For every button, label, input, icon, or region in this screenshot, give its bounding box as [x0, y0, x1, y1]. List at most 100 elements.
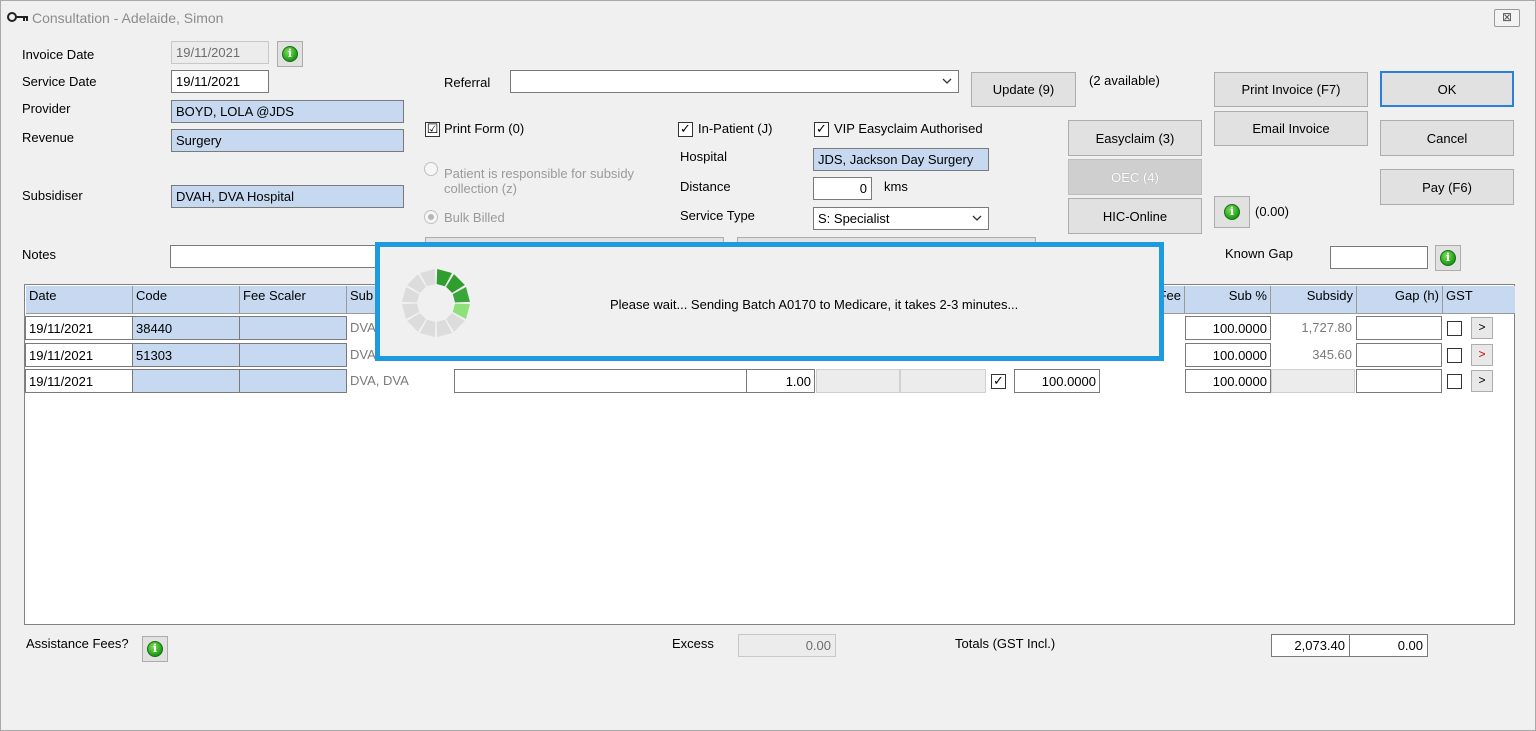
patient-responsible-label-line2: collection (z) — [444, 181, 517, 196]
row1-date[interactable]: 19/11/2021 — [25, 316, 133, 340]
service-type-label: Service Type — [680, 208, 755, 223]
notes-field[interactable] — [170, 245, 380, 268]
known-gap-info-button[interactable]: i — [1435, 245, 1461, 271]
pay-button[interactable]: Pay (F6) — [1380, 169, 1514, 205]
bulk-billed-label: Bulk Billed — [444, 210, 505, 225]
invoice-date-field: 19/11/2021 — [171, 41, 269, 64]
assistance-fees-info-button[interactable]: i — [142, 636, 168, 662]
revenue-field[interactable]: Surgery — [171, 129, 404, 152]
provider-field[interactable]: BOYD, LOLA @JDS — [171, 100, 404, 123]
in-patient-label: In-Patient (J) — [698, 121, 773, 136]
service-date-label: Service Date — [22, 74, 97, 89]
col-header-gap[interactable]: Gap (h) — [1357, 286, 1443, 314]
vip-easyclaim-checkbox[interactable]: ✓ — [814, 122, 829, 137]
excess-field: 0.00 — [738, 634, 836, 657]
update-button[interactable]: Update (9) — [971, 72, 1076, 107]
oec-button[interactable]: OEC (4) — [1068, 159, 1202, 195]
row2-gst-checkbox[interactable] — [1447, 348, 1462, 363]
patient-responsible-label: Patient is responsible for subsidy — [444, 166, 635, 181]
col-header-gst[interactable]: GST — [1443, 286, 1515, 314]
service-type-dropdown[interactable]: S: Specialist — [813, 207, 989, 230]
distance-field[interactable]: 0 — [813, 177, 872, 200]
ok-button[interactable]: OK — [1380, 71, 1514, 107]
subsidiser-label: Subsidiser — [22, 188, 83, 203]
row2-date[interactable]: 19/11/2021 — [25, 343, 133, 367]
print-form-checkbox[interactable]: ☑ — [425, 122, 440, 137]
row3-gst-checkbox[interactable] — [1447, 374, 1462, 389]
referral-label: Referral — [444, 75, 491, 90]
row2-code[interactable]: 51303 — [132, 343, 240, 367]
consultation-window: Consultation - Adelaide, Simon ⊠ Invoice… — [0, 0, 1536, 731]
row2-fee-scaler[interactable] — [239, 343, 347, 367]
hospital-field[interactable]: JDS, Jackson Day Surgery — [813, 148, 989, 171]
col-header-subsidy[interactable]: Subsidy — [1271, 286, 1357, 314]
col-header-code[interactable]: Code — [133, 286, 240, 314]
row3-fee — [816, 369, 900, 393]
info-icon: i — [1224, 204, 1240, 220]
col-header-date[interactable]: Date — [26, 286, 133, 314]
email-invoice-button[interactable]: Email Invoice — [1214, 111, 1368, 146]
subsidiser-field[interactable]: DVAH, DVA Hospital — [171, 185, 404, 208]
bulk-billed-radio[interactable] — [424, 210, 438, 224]
title-bar: Consultation - Adelaide, Simon ⊠ — [1, 1, 1535, 35]
row1-fee-scaler[interactable] — [239, 316, 347, 340]
row3-qty[interactable]: 1.00 — [746, 369, 815, 393]
row2-arrow-button[interactable]: > — [1471, 344, 1493, 366]
info-icon: i — [1440, 250, 1456, 266]
row1-gap[interactable] — [1356, 316, 1442, 340]
col-header-sub-pct[interactable]: Sub % — [1185, 286, 1271, 314]
service-type-value: S: Specialist — [818, 211, 890, 226]
col-header-fee-scaler[interactable]: Fee Scaler — [240, 286, 347, 314]
hospital-label: Hospital — [680, 149, 727, 164]
print-form-label: Print Form (0) — [444, 121, 525, 136]
row3-checkbox[interactable]: ✓ — [991, 374, 1006, 389]
loading-spinner-icon — [402, 269, 470, 337]
row3-date[interactable]: 19/11/2021 — [25, 369, 133, 393]
service-date-field[interactable]: 19/11/2021 — [171, 70, 269, 93]
vip-easyclaim-label: VIP Easyclaim Authorised — [834, 121, 983, 136]
row3-arrow-button[interactable]: > — [1471, 370, 1493, 392]
known-gap-field[interactable] — [1330, 246, 1428, 269]
notes-label: Notes — [22, 247, 56, 262]
row1-sub-pct[interactable]: 100.0000 — [1185, 316, 1271, 340]
row1-gst-checkbox[interactable] — [1447, 321, 1462, 336]
provider-label: Provider — [22, 101, 71, 116]
close-button[interactable]: ⊠ — [1494, 9, 1520, 27]
chevron-down-icon — [972, 215, 982, 221]
row3-gap[interactable] — [1356, 369, 1442, 393]
totals-label: Totals (GST Incl.) — [955, 636, 1056, 651]
row3-percent[interactable]: 100.0000 — [1014, 369, 1100, 393]
total-gst-field: 0.00 — [1349, 634, 1428, 657]
print-invoice-button[interactable]: Print Invoice (F7) — [1214, 72, 1368, 107]
easyclaim-button[interactable]: Easyclaim (3) — [1068, 120, 1202, 156]
invoice-info-button[interactable]: i — [277, 41, 303, 67]
progress-overlay: Please wait... Sending Batch A0170 to Me… — [375, 242, 1164, 361]
row2-gap[interactable] — [1356, 343, 1442, 367]
pay-info-button[interactable]: i — [1214, 196, 1250, 228]
progress-message: Please wait... Sending Batch A0170 to Me… — [610, 297, 1019, 312]
distance-label: Distance — [680, 179, 731, 194]
row1-code[interactable]: 38440 — [132, 316, 240, 340]
cancel-button[interactable]: Cancel — [1380, 120, 1514, 156]
revenue-label: Revenue — [22, 130, 75, 145]
total-amount-field: 2,073.40 — [1271, 634, 1350, 657]
patient-responsible-radio[interactable] — [424, 162, 438, 176]
row1-subsidy: 1,727.80 — [1301, 320, 1352, 335]
info-icon: i — [147, 641, 163, 657]
row3-fee-2 — [900, 369, 986, 393]
assistance-fees-label: Assistance Fees? — [26, 636, 129, 651]
pay-amount: (0.00) — [1255, 204, 1289, 219]
row3-sub-pct[interactable]: 100.0000 — [1185, 369, 1271, 393]
row1-arrow-button[interactable]: > — [1471, 317, 1493, 339]
hic-online-button[interactable]: HIC-Online — [1068, 198, 1202, 234]
row2-sub-pct[interactable]: 100.0000 — [1185, 343, 1271, 367]
referral-dropdown[interactable] — [510, 70, 959, 93]
in-patient-checkbox[interactable]: ✓ — [678, 122, 693, 137]
row3-description[interactable] — [454, 369, 747, 393]
excess-label: Excess — [672, 636, 714, 651]
row3-fee-scaler[interactable] — [239, 369, 347, 393]
info-icon: i — [282, 46, 298, 62]
key-icon — [7, 12, 28, 22]
available-count: (2 available) — [1089, 73, 1160, 88]
row3-code[interactable] — [132, 369, 240, 393]
